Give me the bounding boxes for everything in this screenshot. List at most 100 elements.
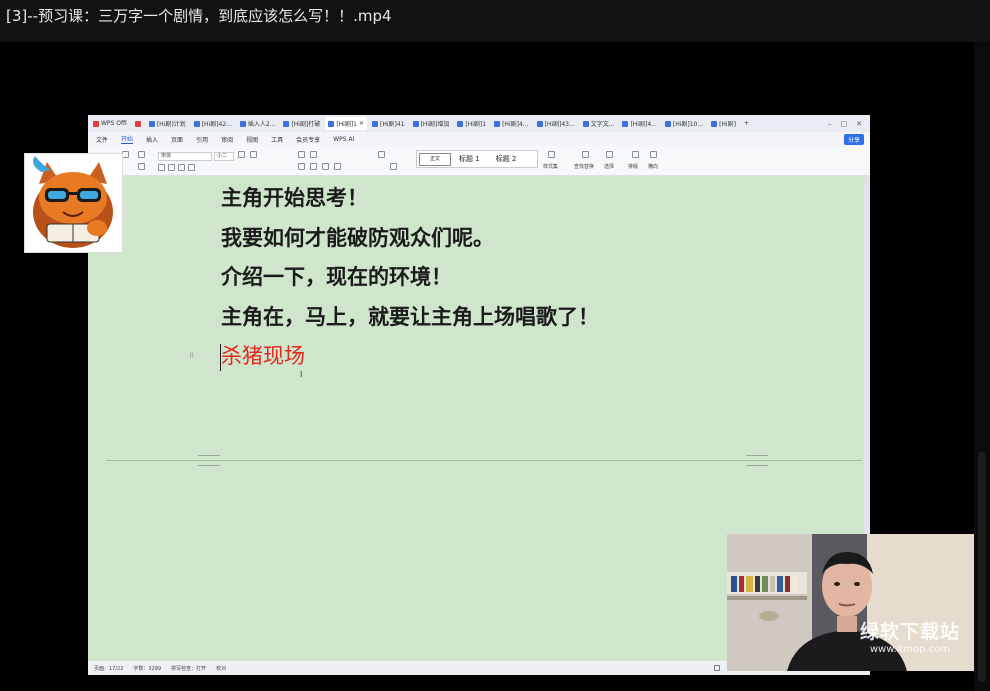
layout-icon[interactable] bbox=[632, 151, 639, 158]
align-left-icon[interactable] bbox=[298, 163, 305, 170]
page-break-marker bbox=[746, 455, 768, 466]
new-tab-button[interactable]: + bbox=[741, 117, 752, 130]
wps-tab[interactable]: [Hi剧]计划 bbox=[146, 117, 189, 130]
select-label[interactable]: 选择 bbox=[604, 163, 614, 170]
doc-icon bbox=[193, 120, 200, 127]
doc-line[interactable]: 主角在，马上，就要让主角上场唱歌了！ bbox=[221, 302, 599, 342]
doc-icon bbox=[536, 120, 543, 127]
columns-icon[interactable] bbox=[650, 151, 657, 158]
menu-home[interactable]: 开始 bbox=[121, 134, 134, 144]
video-title: [3]--预习课：三万字一个剧情，到底应该怎么写！！.mp4 bbox=[0, 0, 990, 42]
menu-member[interactable]: 会员专享 bbox=[296, 135, 320, 144]
red-doc-icon bbox=[134, 120, 141, 127]
player-scrollbar[interactable] bbox=[974, 42, 990, 691]
menu-tools[interactable]: 工具 bbox=[271, 135, 283, 144]
menu-insert[interactable]: 插入 bbox=[146, 135, 158, 144]
page-count[interactable]: 页面：17/22 bbox=[94, 665, 123, 672]
bold-icon[interactable] bbox=[158, 164, 165, 171]
cartoon-cat-icon bbox=[33, 156, 113, 248]
bullet-list-icon[interactable] bbox=[298, 151, 305, 158]
menu-reference[interactable]: 引用 bbox=[196, 135, 208, 144]
minimize-icon[interactable]: – bbox=[828, 120, 832, 128]
style-normal[interactable]: 正文 bbox=[419, 152, 452, 166]
align-center-icon[interactable] bbox=[310, 163, 317, 170]
doc-line[interactable]: 主角开始思考！ bbox=[221, 183, 599, 223]
wps-tab[interactable]: [Hi剧]10... bbox=[662, 117, 706, 130]
wps-tab[interactable]: 文字文... bbox=[580, 117, 618, 130]
justify-icon[interactable] bbox=[334, 163, 341, 170]
style-set-label[interactable]: 样式集 bbox=[543, 163, 558, 170]
doc-icon bbox=[328, 120, 335, 127]
menu-page[interactable]: 页面 bbox=[171, 135, 183, 144]
document-body[interactable]: 主角开始思考！ 我要如何才能破防观众们呢。 介绍一下，现在的环境！ 主角在，马上… bbox=[221, 183, 599, 381]
wps-tab-active[interactable]: [Hi剧]1 × bbox=[325, 117, 368, 130]
grow-font-icon[interactable] bbox=[238, 151, 245, 158]
cut-icon[interactable] bbox=[138, 151, 145, 158]
style-heading-1[interactable]: 标题 1 bbox=[451, 154, 488, 164]
watermark-name: 绿软下载站 bbox=[859, 621, 960, 643]
wps-tab[interactable]: [Hi剧]4... bbox=[619, 117, 659, 130]
italic-icon[interactable] bbox=[168, 164, 175, 171]
doc-icon bbox=[412, 120, 419, 127]
wps-tab[interactable]: [Hi剧]1 bbox=[454, 117, 489, 130]
menu-wps-ai[interactable]: WPS AI bbox=[333, 136, 354, 143]
line-spacing-icon[interactable] bbox=[378, 151, 385, 158]
wps-tab[interactable]: [Hi剧]41 bbox=[369, 117, 408, 130]
wps-menu-bar: 文件 开始 插入 页面 引用 审阅 视图 工具 会员专享 WPS AI 分享 bbox=[88, 132, 870, 146]
style-set-icon[interactable] bbox=[548, 151, 555, 158]
layout-label[interactable]: 排版 bbox=[628, 163, 638, 170]
style-heading-2[interactable]: 标题 2 bbox=[488, 154, 525, 164]
doc-icon bbox=[239, 120, 246, 127]
wps-tab[interactable]: [Hi剧]4... bbox=[491, 117, 531, 130]
doc-icon bbox=[711, 120, 718, 127]
spell-check-status[interactable]: 拼写检查：打开 bbox=[171, 665, 206, 672]
style-gallery: 正文 标题 1 标题 2 bbox=[416, 150, 538, 168]
wps-tab[interactable]: [Hi剧]42... bbox=[191, 117, 235, 130]
eye-icon[interactable] bbox=[714, 665, 720, 671]
format-painter-icon[interactable] bbox=[138, 163, 145, 170]
doc-icon bbox=[622, 120, 629, 127]
wps-tab[interactable]: [Hi剧]打破 bbox=[280, 117, 323, 130]
scrollbar-thumb[interactable] bbox=[978, 452, 986, 682]
doc-line[interactable]: 我要如何才能破防观众们呢。 bbox=[221, 223, 599, 263]
video-player: [3]--预习课：三万字一个剧情，到底应该怎么写！！.mp4 WPS Offi … bbox=[0, 0, 990, 691]
wps-tab[interactable] bbox=[132, 117, 144, 130]
wps-tab[interactable]: [Hi剧]43... bbox=[534, 117, 578, 130]
doc-line[interactable]: 介绍一下，现在的环境！ bbox=[221, 262, 599, 302]
wps-home-tab[interactable]: WPS Offi bbox=[90, 117, 130, 130]
paste-icon[interactable] bbox=[122, 151, 129, 158]
wps-tab[interactable]: [Hi剧] bbox=[708, 117, 739, 130]
maximize-icon[interactable]: □ bbox=[841, 120, 848, 128]
search-icon[interactable] bbox=[582, 151, 589, 158]
doc-icon bbox=[372, 120, 379, 127]
site-watermark: 绿软下载站 www.itmop.com bbox=[860, 617, 960, 655]
columns-label[interactable]: 横向 bbox=[648, 163, 658, 170]
find-replace-label[interactable]: 查找替换 bbox=[574, 163, 594, 170]
menu-view[interactable]: 视图 bbox=[246, 135, 258, 144]
word-count[interactable]: 字数：3299 bbox=[133, 665, 161, 672]
number-list-icon[interactable] bbox=[310, 151, 317, 158]
doc-icon bbox=[457, 120, 464, 127]
menu-review[interactable]: 审阅 bbox=[221, 135, 233, 144]
paragraph-handle-icon[interactable]: ⠿ bbox=[189, 352, 194, 360]
text-caret bbox=[220, 344, 221, 371]
proofread-status[interactable]: 校对 bbox=[216, 665, 226, 672]
menu-file[interactable]: 文件 bbox=[96, 135, 108, 144]
wps-tab[interactable]: [Hi剧]增加 bbox=[410, 117, 453, 130]
border-icon[interactable] bbox=[390, 163, 397, 170]
close-icon[interactable]: ✕ bbox=[856, 120, 862, 128]
font-name-select[interactable]: 宋体 bbox=[158, 152, 212, 161]
select-icon[interactable] bbox=[606, 151, 613, 158]
wps-logo-icon bbox=[93, 120, 99, 127]
clear-format-icon[interactable] bbox=[250, 151, 257, 158]
share-button[interactable]: 分享 bbox=[843, 133, 864, 145]
font-color-icon[interactable] bbox=[188, 164, 195, 171]
webcam-overlay: 绿软下载站 www.itmop.com bbox=[727, 534, 974, 671]
wps-tab[interactable]: 插入人2... bbox=[237, 117, 279, 130]
doc-line-red[interactable]: 杀猪现场 bbox=[221, 341, 599, 381]
align-right-icon[interactable] bbox=[322, 163, 329, 170]
underline-icon[interactable] bbox=[178, 164, 185, 171]
watermark-url: www.itmop.com bbox=[869, 644, 951, 655]
doc-icon bbox=[664, 120, 671, 127]
font-size-select[interactable]: 小二 bbox=[214, 152, 234, 161]
